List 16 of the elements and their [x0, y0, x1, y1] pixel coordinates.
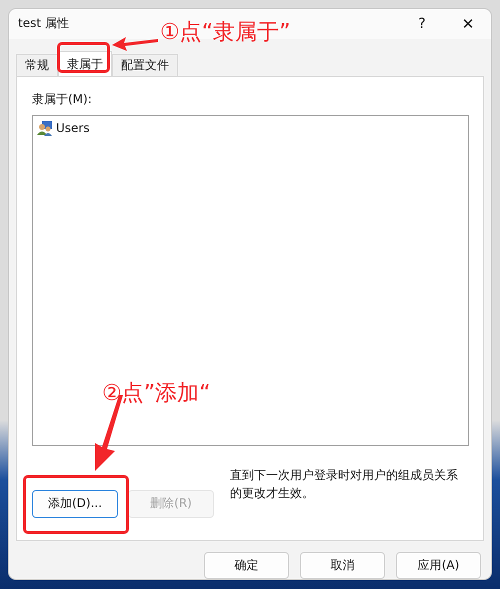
highlight-box — [57, 42, 110, 73]
list-item[interactable]: Users — [37, 120, 464, 136]
note-text: 直到下一次用户登录时对用户的组成员关系的更改才生效。 — [230, 466, 459, 502]
dialog-button[interactable]: 确定 — [204, 552, 289, 579]
tab[interactable]: 配置文件 — [112, 54, 178, 76]
list-label: 隶属于(M): — [32, 90, 93, 108]
dialog-button[interactable]: 取消 — [300, 552, 385, 579]
users-icon — [37, 120, 53, 136]
window-title: test 属性 — [18, 15, 69, 32]
close-button[interactable]: ✕ — [445, 14, 491, 33]
annotation-text: ②点”添加“ — [102, 380, 211, 408]
action-button[interactable]: 添加(D)... — [32, 490, 118, 518]
help-button[interactable]: ? — [399, 16, 445, 32]
dialog-button[interactable]: 应用(A) — [396, 552, 481, 579]
tab[interactable]: 常规 — [16, 54, 58, 76]
annotation-text: ①点“隶属于” — [160, 19, 291, 47]
